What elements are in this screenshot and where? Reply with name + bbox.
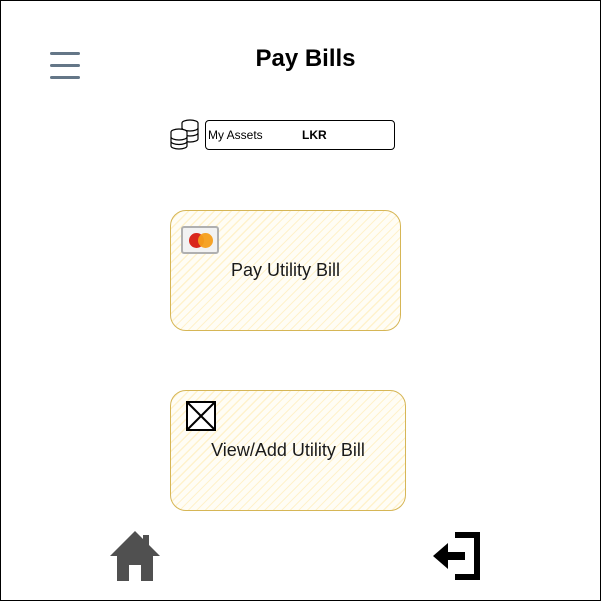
coins-icon [170, 119, 199, 150]
view-add-utility-bill-label: View/Add Utility Bill [211, 440, 365, 460]
home-icon[interactable] [109, 530, 161, 582]
logout-icon[interactable] [431, 530, 483, 582]
page-title: Pay Bills [255, 45, 356, 72]
credit-card-icon [181, 226, 219, 254]
assets-currency: LKR [302, 128, 327, 142]
view-add-utility-bill-button[interactable]: View/Add Utility Bill [170, 390, 406, 511]
assets-balance-field: My Assets LKR [205, 120, 395, 150]
pay-utility-bill-label: Pay Utility Bill [230, 260, 341, 280]
assets-label: My Assets [208, 128, 263, 142]
image-placeholder-icon [186, 401, 216, 431]
pay-utility-bill-button[interactable]: Pay Utility Bill [170, 210, 401, 331]
